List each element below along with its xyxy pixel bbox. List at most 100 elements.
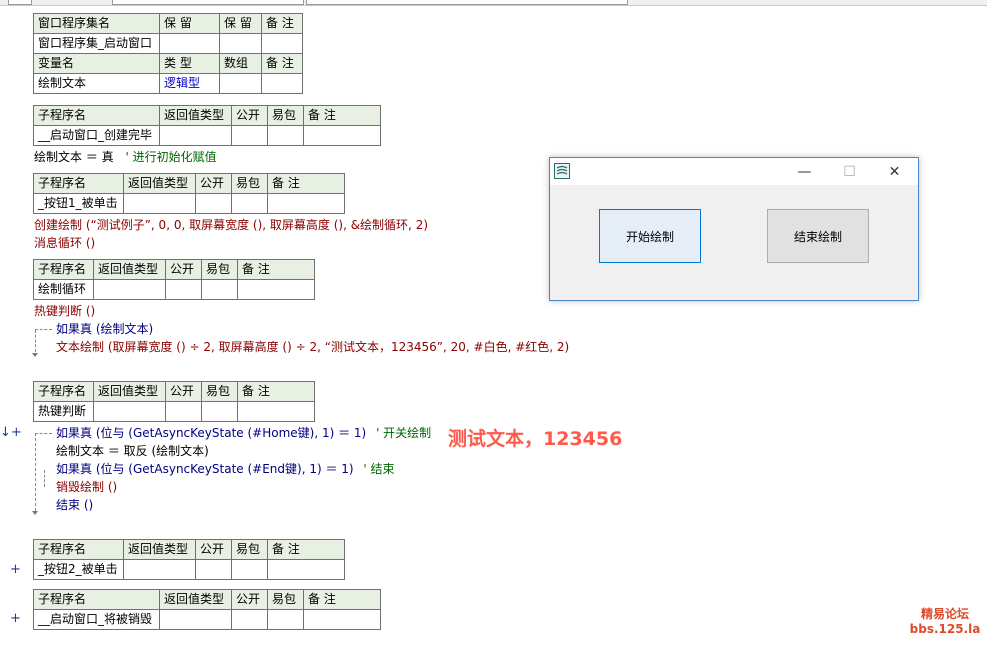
cell: 类 型 <box>159 53 220 74</box>
cell[interactable] <box>267 125 304 146</box>
sub-table-button1-click: 子程序名 返回值类型 公开 易包 备 注 _按钮1_被单击 <box>33 173 345 214</box>
cell[interactable] <box>231 609 268 630</box>
sub-name[interactable]: 绘制循环 <box>33 279 94 300</box>
assembly-name[interactable]: 窗口程序集_启动窗口 <box>33 33 160 54</box>
cell[interactable] <box>93 401 166 422</box>
sub-table-button2-click: 子程序名 返回值类型 公开 易包 备 注 _按钮2_被单击 <box>33 539 345 580</box>
cell: 备 注 <box>237 381 315 402</box>
cell[interactable] <box>219 33 262 54</box>
cell: 公开 <box>231 105 268 126</box>
code-line[interactable]: 绘制文本 ＝ 取反 (绘制文本) <box>56 442 209 460</box>
expand-marker[interactable]: + <box>10 563 21 577</box>
cell: 备 注 <box>303 105 381 126</box>
cell[interactable] <box>237 401 315 422</box>
cell: 数组 <box>219 53 262 74</box>
cell: 保 留 <box>159 13 220 34</box>
toolbar-button[interactable] <box>8 0 32 5</box>
sub-name[interactable]: __启动窗口_将被销毁 <box>33 609 160 630</box>
cell[interactable] <box>303 125 381 146</box>
code-line[interactable]: 如果真 (位与 (GetAsyncKeyState (#End键), 1) ＝ … <box>56 460 395 478</box>
sub-name[interactable]: _按钮2_被单击 <box>33 559 124 580</box>
minimize-icon[interactable]: — <box>782 158 827 185</box>
cell[interactable] <box>123 193 196 214</box>
flow-line <box>35 433 52 434</box>
cell: 易包 <box>267 589 304 610</box>
cell: 公开 <box>195 173 232 194</box>
cell: 备 注 <box>237 259 315 280</box>
cell[interactable] <box>267 609 304 630</box>
cell: 备 注 <box>267 173 345 194</box>
top-toolbar-strip <box>0 0 987 6</box>
cell[interactable] <box>237 279 315 300</box>
cell[interactable] <box>201 401 238 422</box>
cell[interactable] <box>267 559 345 580</box>
cell: 易包 <box>201 259 238 280</box>
cell[interactable] <box>261 33 303 54</box>
maximize-icon[interactable]: ☐ <box>827 158 872 185</box>
cell[interactable] <box>159 125 232 146</box>
window-titlebar[interactable]: — ☐ ✕ <box>550 158 918 185</box>
cell: 易包 <box>267 105 304 126</box>
stop-draw-button[interactable]: 结束绘制 <box>767 209 869 263</box>
sub-name[interactable]: _按钮1_被单击 <box>33 193 124 214</box>
code-line[interactable]: 绘制文本 ＝ 真 ' 进行初始化赋值 <box>34 148 217 166</box>
cell[interactable] <box>267 193 345 214</box>
code-statement: 如果真 (位与 (GetAsyncKeyState (#Home键), 1) ＝… <box>56 426 367 440</box>
flow-line <box>35 433 36 511</box>
assembly-table: 窗口程序集名 保 留 保 留 备 注 窗口程序集_启动窗口 变量名 类 型 数组… <box>33 13 303 94</box>
variable-type[interactable]: 逻辑型 <box>159 73 220 94</box>
code-line[interactable]: 创建绘制 (“测试例子”, 0, 0, 取屏幕宽度 (), 取屏幕高度 (), … <box>34 216 428 234</box>
cell: 易包 <box>231 539 268 560</box>
cell: 返回值类型 <box>123 173 196 194</box>
cell[interactable] <box>201 279 238 300</box>
flow-line <box>44 470 45 487</box>
watermark-line: bbs.125.la <box>909 622 981 636</box>
cell: 备 注 <box>261 53 303 74</box>
drawn-overlay-text: 测试文本，123456 <box>448 428 623 450</box>
code-line[interactable]: 热键判断 () <box>34 302 95 320</box>
code-line[interactable]: 结束 () <box>56 496 93 514</box>
cell[interactable] <box>165 401 202 422</box>
cell: 子程序名 <box>33 589 160 610</box>
sub-name[interactable]: 热键判断 <box>33 401 94 422</box>
cell: 子程序名 <box>33 173 124 194</box>
close-icon[interactable]: ✕ <box>872 158 917 185</box>
flow-line <box>35 329 52 330</box>
cell[interactable] <box>231 559 268 580</box>
sub-table-hotkey: 子程序名 返回值类型 公开 易包 备 注 热键判断 <box>33 381 315 422</box>
cell[interactable] <box>165 279 202 300</box>
start-draw-button[interactable]: 开始绘制 <box>599 209 701 263</box>
code-comment: ' 进行初始化赋值 <box>125 150 217 164</box>
cell[interactable] <box>195 559 232 580</box>
cell[interactable] <box>231 125 268 146</box>
program-window[interactable]: — ☐ ✕ 开始绘制 结束绘制 <box>549 157 919 301</box>
cell: 子程序名 <box>33 539 124 560</box>
expand-marker[interactable]: ↓+ <box>0 426 22 440</box>
cell: 子程序名 <box>33 259 94 280</box>
app-icon <box>554 163 570 179</box>
cell: 公开 <box>165 259 202 280</box>
code-comment: ' 结束 <box>363 462 395 476</box>
cell[interactable] <box>261 73 303 94</box>
code-statement: 如果真 (位与 (GetAsyncKeyState (#End键), 1) ＝ … <box>56 462 354 476</box>
toolbar-combo-2[interactable] <box>306 0 628 5</box>
cell[interactable] <box>93 279 166 300</box>
toolbar-combo-1[interactable] <box>112 0 304 5</box>
code-line[interactable]: 如果真 (位与 (GetAsyncKeyState (#Home键), 1) ＝… <box>56 424 431 442</box>
code-line[interactable]: 文本绘制 (取屏幕宽度 () ÷ 2, 取屏幕高度 () ÷ 2, “测试文本，… <box>56 338 569 356</box>
cell[interactable] <box>123 559 196 580</box>
cell[interactable] <box>231 193 268 214</box>
variable-name[interactable]: 绘制文本 <box>33 73 160 94</box>
cell[interactable] <box>159 609 232 630</box>
code-line[interactable]: 销毁绘制 () <box>56 478 117 496</box>
code-line[interactable]: 如果真 (绘制文本) <box>56 320 153 338</box>
code-line[interactable]: 消息循环 () <box>34 234 95 252</box>
cell[interactable] <box>195 193 232 214</box>
sub-table-startup-created: 子程序名 返回值类型 公开 易包 备 注 __启动窗口_创建完毕 <box>33 105 381 146</box>
expand-marker[interactable]: + <box>10 612 21 626</box>
cell[interactable] <box>159 33 220 54</box>
sub-name[interactable]: __启动窗口_创建完毕 <box>33 125 160 146</box>
cell[interactable] <box>303 609 381 630</box>
cell: 子程序名 <box>33 381 94 402</box>
cell[interactable] <box>219 73 262 94</box>
